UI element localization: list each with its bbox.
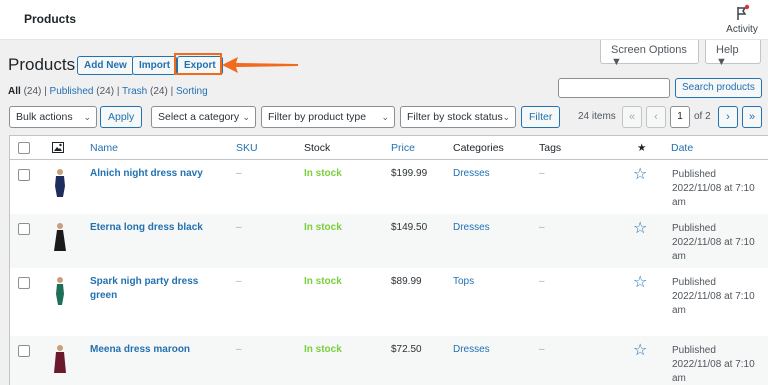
product-name-link[interactable]: Alnich night dress navy (90, 167, 203, 181)
status-all[interactable]: All (24) (8, 86, 41, 97)
product-name-link[interactable]: Eterna long dress black (90, 221, 203, 235)
table-row: Eterna long dress black – In stock $149.… (10, 214, 768, 268)
product-date: Published 2022/11/08 at 7:10 am (672, 277, 755, 316)
row-checkbox[interactable] (18, 223, 30, 235)
column-sku[interactable]: SKU (236, 142, 258, 154)
prev-page-button[interactable]: ‹ (646, 106, 666, 128)
product-price: $149.50 (391, 222, 428, 233)
product-sku: – (236, 222, 242, 233)
product-sku: – (236, 276, 242, 287)
category-link[interactable]: Dresses (453, 222, 490, 233)
product-thumbnail[interactable] (48, 168, 72, 198)
status-sorting[interactable]: Sorting (176, 86, 208, 97)
products-heading: Products (8, 55, 76, 74)
product-date: Published 2022/11/08 at 7:10 am (672, 345, 755, 384)
product-tags: – (539, 276, 545, 287)
featured-star-icon[interactable]: ☆ (633, 221, 647, 237)
column-price[interactable]: Price (391, 142, 415, 154)
category-link[interactable]: Tops (453, 276, 474, 287)
featured-star-icon[interactable]: ☆ (633, 343, 647, 359)
table-row: Alnich night dress navy – In stock $199.… (10, 161, 768, 214)
column-date[interactable]: Date (671, 142, 693, 154)
activity-flag-icon (737, 4, 750, 20)
chevron-down-icon: ⌄ (83, 112, 91, 122)
top-bar: Products Activity (0, 0, 768, 40)
chevron-down-icon: ⌄ (502, 112, 510, 122)
pointer-arrow-icon (222, 57, 298, 73)
filter-button[interactable]: Filter (521, 106, 561, 128)
activity-label: Activity (726, 24, 758, 35)
import-button[interactable]: Import (132, 56, 178, 75)
stock-status-select[interactable]: Filter by stock status ⌄ (400, 106, 516, 128)
search-input[interactable] (558, 78, 670, 98)
current-page-input[interactable]: 1 (670, 106, 690, 128)
page-total: of 2 (694, 111, 711, 122)
last-page-button[interactable]: » (742, 106, 762, 128)
next-page-button[interactable]: › (718, 106, 738, 128)
product-name-link[interactable]: Spark nigh party dress green (90, 275, 198, 303)
product-thumbnail[interactable] (48, 276, 72, 306)
table-row: Spark nigh party dress green – In stock $… (10, 268, 768, 336)
product-price: $199.99 (391, 168, 428, 179)
stock-status: In stock (304, 168, 342, 179)
items-count: 24 items (578, 111, 616, 122)
status-links: All (24) | Published (24) | Trash (24) |… (8, 86, 208, 97)
bulk-actions-select[interactable]: Bulk actions ⌄ (9, 106, 97, 128)
stock-status: In stock (304, 344, 342, 355)
table-row: Meena dress maroon – In stock $72.50 Dre… (10, 336, 768, 385)
product-date: Published 2022/11/08 at 7:10 am (672, 169, 755, 208)
column-stock: Stock (304, 142, 331, 154)
chevron-down-icon: ⌄ (381, 112, 389, 122)
product-tags: – (539, 222, 545, 233)
product-tags: – (539, 168, 545, 179)
product-name-link[interactable]: Meena dress maroon (90, 343, 190, 357)
status-trash[interactable]: Trash (24) (122, 86, 168, 97)
category-link[interactable]: Dresses (453, 344, 490, 355)
product-thumbnail[interactable] (48, 222, 72, 252)
status-published[interactable]: Published (24) (50, 86, 115, 97)
product-tags: – (539, 344, 545, 355)
help-button[interactable]: Help ▼ (705, 40, 761, 68)
product-sku: – (236, 344, 242, 355)
column-categories: Categories (453, 142, 504, 154)
featured-star-icon[interactable]: ☆ (633, 275, 647, 291)
stock-status: In stock (304, 276, 342, 287)
column-tags: Tags (539, 142, 562, 154)
page-title: Products (24, 12, 77, 26)
column-name[interactable]: Name (90, 142, 118, 154)
row-checkbox[interactable] (18, 277, 30, 289)
table-header: Name SKU Stock Price Categories Tags ★ D… (10, 136, 768, 160)
category-link[interactable]: Dresses (453, 168, 490, 179)
export-highlight (174, 53, 222, 75)
category-select[interactable]: Select a category ⌄ (151, 106, 256, 128)
first-page-button[interactable]: « (622, 106, 642, 128)
row-checkbox[interactable] (18, 169, 30, 181)
featured-star-icon[interactable]: ☆ (633, 167, 647, 183)
column-featured-star-icon[interactable]: ★ (637, 142, 646, 154)
product-thumbnail[interactable] (48, 344, 72, 374)
chevron-down-icon: ⌄ (242, 112, 250, 122)
product-date: Published 2022/11/08 at 7:10 am (672, 223, 755, 262)
screen-options-button[interactable]: Screen Options ▼ (600, 40, 699, 68)
product-sku: – (236, 168, 242, 179)
stock-status: In stock (304, 222, 342, 233)
products-table: Name SKU Stock Price Categories Tags ★ D… (9, 135, 768, 385)
activity-button[interactable]: Activity (722, 4, 762, 35)
product-price: $72.50 (391, 344, 422, 355)
select-all-checkbox[interactable] (18, 142, 30, 154)
add-new-button[interactable]: Add New (77, 56, 134, 75)
search-products-button[interactable]: Search products (675, 78, 762, 98)
product-type-select[interactable]: Filter by product type ⌄ (261, 106, 395, 128)
row-checkbox[interactable] (18, 345, 30, 357)
apply-button[interactable]: Apply (100, 106, 143, 128)
image-column-icon (52, 142, 64, 153)
product-price: $89.99 (391, 276, 422, 287)
